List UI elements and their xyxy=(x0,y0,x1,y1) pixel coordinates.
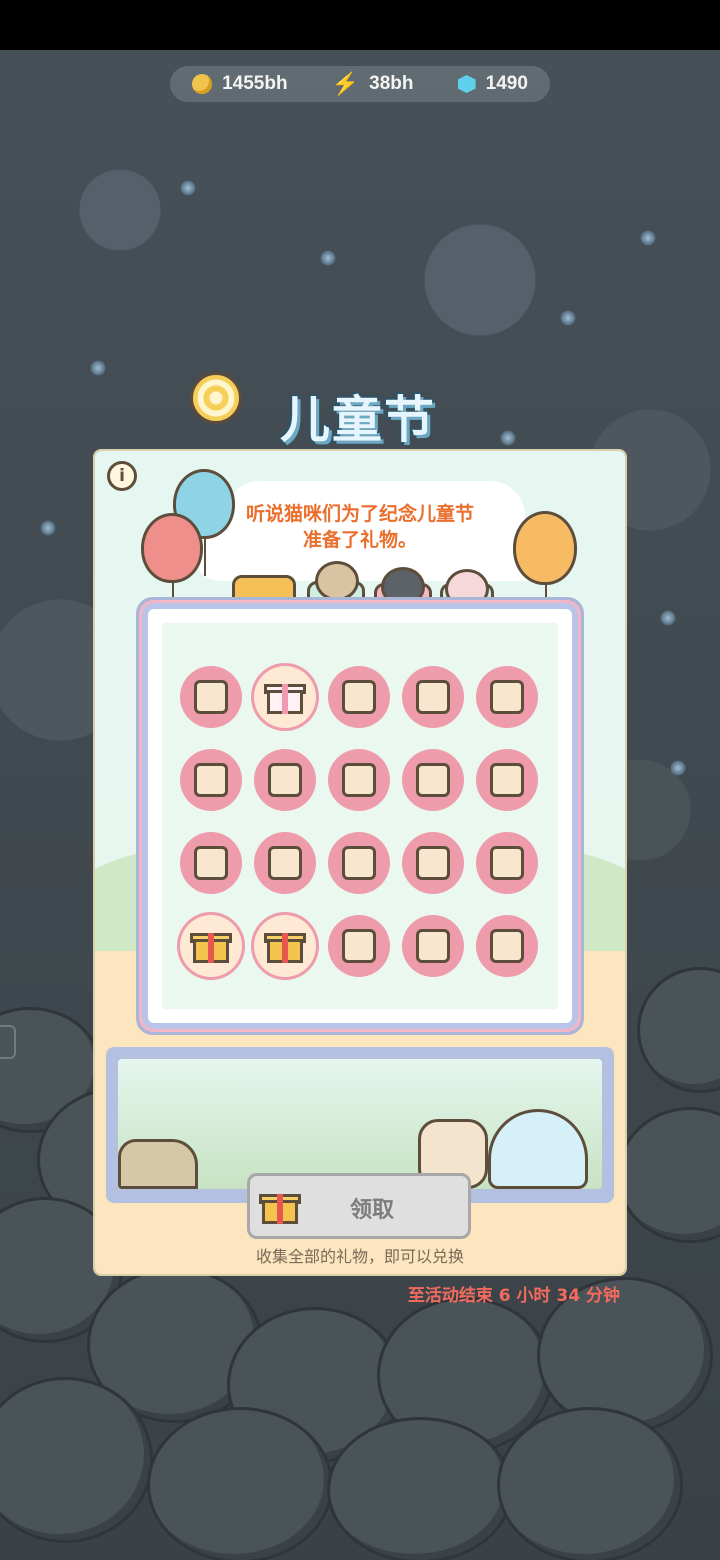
shirt-icon xyxy=(194,763,228,797)
gift-slot[interactable] xyxy=(402,749,464,811)
balloon-red-icon xyxy=(141,513,203,620)
coin-amount: 1455bh xyxy=(222,73,288,94)
gift-slot[interactable] xyxy=(180,666,242,728)
gift-slot[interactable] xyxy=(180,915,242,977)
gift-slot[interactable] xyxy=(328,749,390,811)
gift-slot[interactable] xyxy=(402,915,464,977)
rocking-horse-icon xyxy=(490,929,524,963)
exchange-scene xyxy=(118,1059,602,1189)
gift-slot[interactable] xyxy=(328,915,390,977)
exchange-hint: 收集全部的礼物，即可以兑换 xyxy=(255,1247,464,1266)
side-tab-handle[interactable] xyxy=(0,1025,16,1059)
gift-wrapped-icon xyxy=(264,680,306,714)
gift-slot[interactable] xyxy=(180,832,242,894)
rock-icon xyxy=(118,1139,198,1189)
gift-slot[interactable] xyxy=(254,749,316,811)
gift-slot[interactable] xyxy=(476,915,538,977)
energy-amount: 38bh xyxy=(369,73,414,94)
gift-slot[interactable] xyxy=(328,666,390,728)
backpack-icon xyxy=(416,680,450,714)
gray-cat-icon xyxy=(381,567,425,607)
snail-shell-icon xyxy=(190,372,242,424)
map-icon xyxy=(268,846,302,880)
gift-box-icon xyxy=(190,929,232,963)
energy-counter: ⚡ 38bh xyxy=(332,73,414,95)
event-intro: 听说猫咪们为了纪念儿童节 准备了礼物。 xyxy=(215,501,505,553)
gem-counter: 1490 xyxy=(457,73,528,95)
window-icon xyxy=(342,846,376,880)
coin-icon xyxy=(192,74,213,94)
gift-slot[interactable] xyxy=(254,832,316,894)
gem-amount: 1490 xyxy=(485,73,528,94)
claim-button[interactable]: 领取 xyxy=(247,1173,471,1239)
gift-slot[interactable] xyxy=(402,666,464,728)
gift-slot[interactable] xyxy=(328,832,390,894)
mug-icon xyxy=(342,929,376,963)
coin-counter: 1455bh xyxy=(192,73,288,95)
intro-line-2: 准备了礼物。 xyxy=(302,529,417,551)
intro-line-1: 听说猫咪们为了纪念儿童节 xyxy=(245,503,474,525)
axolotl-icon xyxy=(488,1109,588,1189)
gift-slot[interactable] xyxy=(476,666,538,728)
pink-cat-icon xyxy=(445,569,489,609)
gift-slot[interactable] xyxy=(254,915,316,977)
gift-slot[interactable] xyxy=(476,749,538,811)
mushroom-frame-icon xyxy=(416,929,450,963)
event-card: i 听说猫咪们为了纪念儿童节 准备了礼物。 领取 收集全部的礼物，即可以兑换 xyxy=(95,451,625,1274)
gift-slot[interactable] xyxy=(254,666,316,728)
house-icon xyxy=(194,680,228,714)
lightning-icon: ⚡ xyxy=(331,71,360,96)
cockatoo-icon xyxy=(342,680,376,714)
lollipop-icon xyxy=(342,763,376,797)
floor-tile-icon xyxy=(490,763,524,797)
cap-icon xyxy=(490,680,524,714)
wallpaper-icon xyxy=(416,763,450,797)
info-button[interactable]: i xyxy=(107,461,137,491)
currency-bar: 1455bh ⚡ 38bh 1490 xyxy=(170,66,550,102)
siamese-cat-icon xyxy=(315,561,359,601)
balloon-orange-icon xyxy=(513,511,577,622)
gift-slot[interactable] xyxy=(180,749,242,811)
gift-box-icon xyxy=(259,1190,301,1228)
gem-icon xyxy=(457,75,476,93)
cat-portrait-icon xyxy=(194,846,228,880)
piano-icon xyxy=(416,846,450,880)
gift-box-icon xyxy=(264,929,306,963)
gift-board xyxy=(148,609,572,1023)
gift-slot[interactable] xyxy=(402,832,464,894)
event-timer: 至活动结束 6 小时 34 分钟 xyxy=(407,1286,620,1306)
hot-air-balloon-icon xyxy=(490,846,524,880)
hat-icon xyxy=(268,763,302,797)
gift-grid xyxy=(180,666,540,977)
gift-slot[interactable] xyxy=(476,832,538,894)
event-title: 儿童节 xyxy=(280,391,436,449)
claim-label: 领取 xyxy=(350,1198,395,1223)
status-bar xyxy=(0,0,720,50)
